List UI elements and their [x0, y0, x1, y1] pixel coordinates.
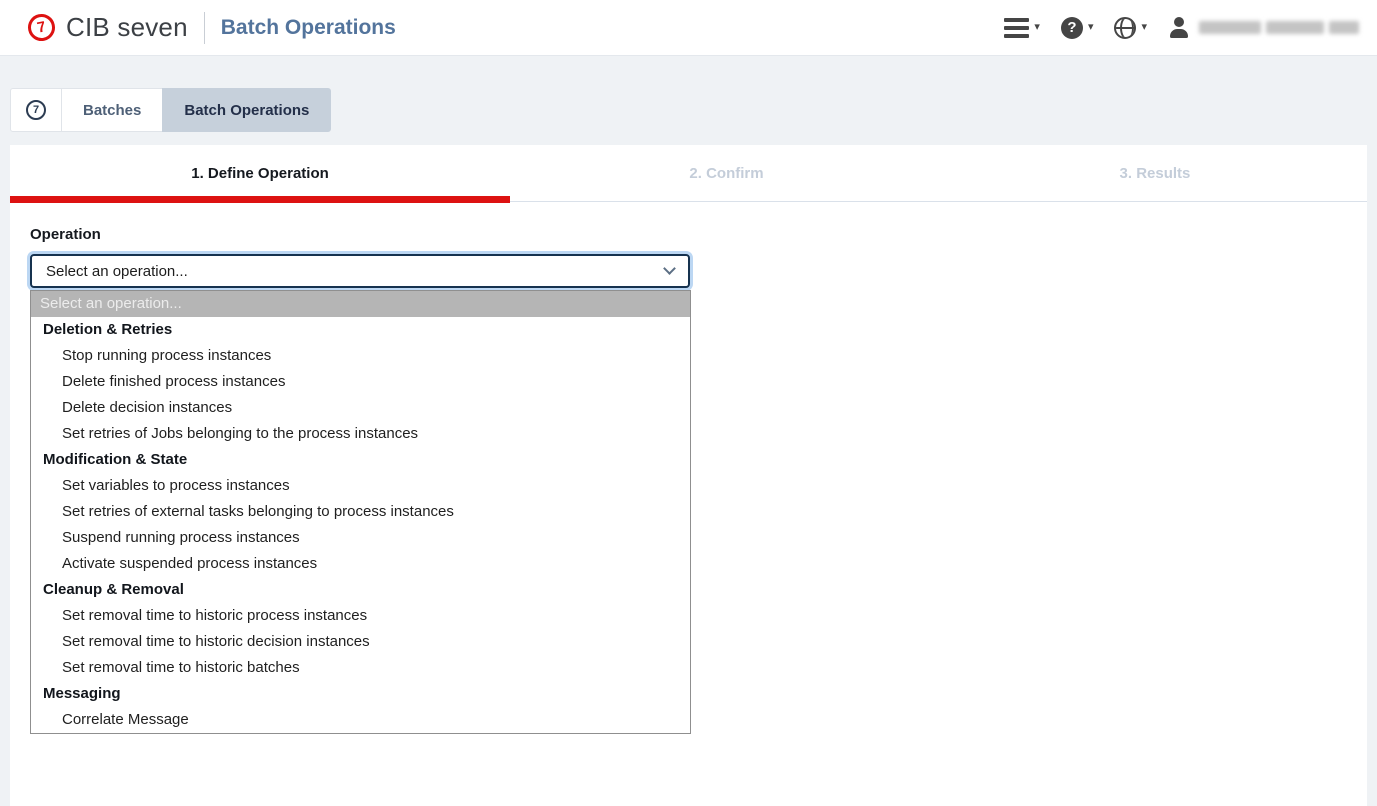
chevron-down-icon — [663, 262, 676, 275]
dropdown-option[interactable]: Stop running process instances — [31, 343, 690, 369]
dropdown-group-header: Modification & State — [31, 447, 690, 473]
help-menu-button[interactable]: ? ▾ — [1061, 17, 1094, 39]
step-confirm[interactable]: 2. Confirm — [510, 145, 943, 201]
help-icon: ? — [1061, 17, 1083, 39]
tab-batches[interactable]: Batches — [61, 88, 163, 132]
tab-home[interactable]: 7 — [10, 88, 62, 132]
hamburger-menu-icon — [1004, 18, 1029, 38]
brand-name: CIB seven — [66, 12, 188, 43]
header-brand-area: 7 CIB seven Batch Operations — [28, 12, 396, 44]
operation-select[interactable]: Select an operation... — [30, 254, 690, 288]
caret-down-icon: ▾ — [1034, 22, 1040, 33]
user-menu-button[interactable] — [1168, 17, 1359, 39]
section-tabs: 7 Batches Batch Operations — [10, 88, 331, 132]
tab-batch-operations[interactable]: Batch Operations — [162, 88, 331, 132]
dropdown-placeholder-option[interactable]: Select an operation... — [31, 291, 690, 317]
dropdown-group-header: Messaging — [31, 681, 690, 707]
app-header: 7 CIB seven Batch Operations ▾ ? ▾ ▾ — [0, 0, 1377, 56]
step-define-operation[interactable]: 1. Define Operation — [10, 145, 510, 201]
main-menu-button[interactable]: ▾ — [1004, 18, 1040, 38]
seven-circle-icon: 7 — [26, 100, 46, 120]
main-panel: 1. Define Operation 2. Confirm 3. Result… — [10, 145, 1367, 806]
dropdown-option[interactable]: Set removal time to historic batches — [31, 655, 690, 681]
language-menu-button[interactable]: ▾ — [1114, 17, 1147, 39]
user-icon — [1168, 17, 1190, 39]
caret-down-icon: ▾ — [1141, 22, 1147, 33]
dropdown-option[interactable]: Set variables to process instances — [31, 473, 690, 499]
globe-icon — [1114, 17, 1136, 39]
dropdown-option[interactable]: Delete decision instances — [31, 395, 690, 421]
dropdown-option[interactable]: Activate suspended process instances — [31, 551, 690, 577]
dropdown-option[interactable]: Set retries of external tasks belonging … — [31, 499, 690, 525]
wizard-steps: 1. Define Operation 2. Confirm 3. Result… — [10, 145, 1367, 202]
dropdown-option[interactable]: Correlate Message — [31, 707, 690, 733]
page-title: Batch Operations — [221, 16, 396, 40]
step-results[interactable]: 3. Results — [943, 145, 1367, 201]
header-actions: ▾ ? ▾ ▾ — [1004, 17, 1359, 39]
dropdown-option[interactable]: Set removal time to historic decision in… — [31, 629, 690, 655]
operation-label: Operation — [30, 226, 1347, 243]
header-divider — [204, 12, 205, 44]
dropdown-option[interactable]: Set retries of Jobs belonging to the pro… — [31, 421, 690, 447]
dropdown-option[interactable]: Suspend running process instances — [31, 525, 690, 551]
dropdown-option[interactable]: Delete finished process instances — [31, 369, 690, 395]
cib-seven-logo-icon[interactable]: 7 — [25, 11, 57, 43]
operation-dropdown: Select an operation...Deletion & Retries… — [30, 290, 691, 734]
dropdown-group-header: Deletion & Retries — [31, 317, 690, 343]
dropdown-group-header: Cleanup & Removal — [31, 577, 690, 603]
page: 7 CIB seven Batch Operations ▾ ? ▾ ▾ — [0, 0, 1377, 806]
step-content: Operation Select an operation... Select … — [10, 202, 1367, 734]
user-display-name-redacted — [1199, 21, 1359, 34]
dropdown-option[interactable]: Set removal time to historic process ins… — [31, 603, 690, 629]
operation-select-value: Select an operation... — [46, 263, 188, 280]
caret-down-icon: ▾ — [1088, 22, 1094, 33]
